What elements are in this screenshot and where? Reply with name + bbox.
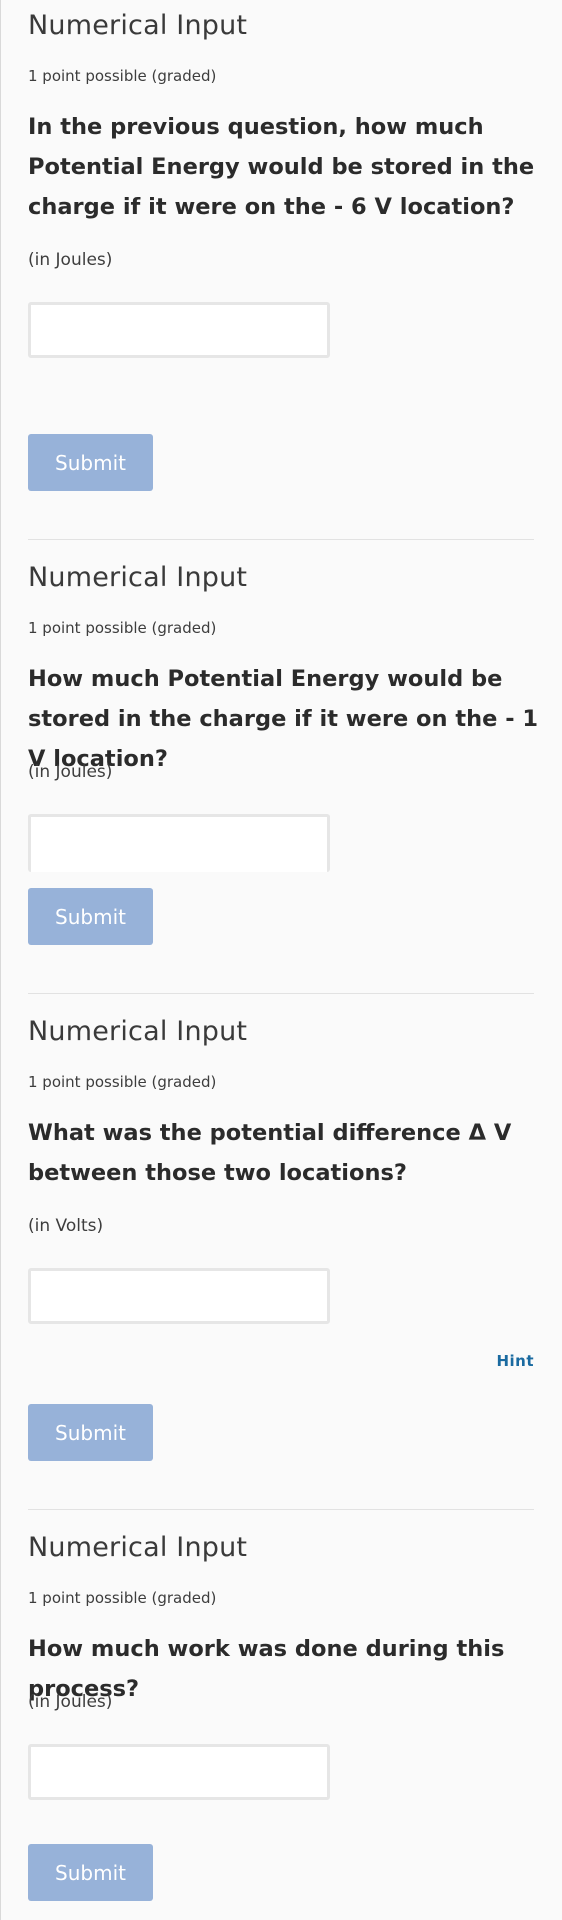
- answer-input[interactable]: [28, 1744, 330, 1800]
- submit-button[interactable]: Submit: [28, 888, 153, 945]
- submit-button[interactable]: Submit: [28, 434, 153, 491]
- problem-divider: [28, 1509, 534, 1510]
- problem-title: Numerical Input: [28, 1532, 248, 1563]
- problem-2: Numerical Input 1 point possible (graded…: [28, 562, 538, 962]
- problem-title: Numerical Input: [28, 562, 248, 593]
- problem-title: Numerical Input: [28, 1016, 248, 1047]
- points-possible: 1 point possible (graded): [28, 67, 217, 85]
- answer-unit: (in Volts): [28, 1216, 104, 1236]
- answer-input[interactable]: [28, 814, 330, 872]
- question-text: How much Potential Energy would be store…: [28, 666, 539, 772]
- problem-1: Numerical Input 1 point possible (graded…: [28, 10, 534, 491]
- points-possible: 1 point possible (graded): [28, 1073, 217, 1091]
- question-text: What was the potential difference Δ V be…: [28, 1120, 512, 1186]
- points-possible: 1 point possible (graded): [28, 1589, 217, 1607]
- problem-divider: [28, 993, 534, 994]
- answer-input[interactable]: [28, 302, 330, 358]
- problem-divider: [28, 539, 534, 540]
- answer-input[interactable]: [28, 1268, 330, 1324]
- problem-3: Numerical Input 1 point possible (graded…: [28, 1016, 534, 1466]
- problem-title: Numerical Input: [28, 10, 248, 41]
- submit-button[interactable]: Submit: [28, 1844, 153, 1901]
- answer-unit: (in Joules): [28, 250, 113, 270]
- question-text: In the previous question, how much Poten…: [28, 114, 535, 220]
- answer-unit: (in Joules): [28, 1692, 113, 1712]
- page-left-border: [0, 0, 1, 1920]
- problem-4: Numerical Input 1 point possible (graded…: [28, 1532, 534, 1912]
- points-possible: 1 point possible (graded): [28, 619, 217, 637]
- answer-unit: (in Joules): [28, 762, 113, 782]
- submit-button[interactable]: Submit: [28, 1404, 153, 1461]
- hint-link[interactable]: Hint: [496, 1352, 534, 1370]
